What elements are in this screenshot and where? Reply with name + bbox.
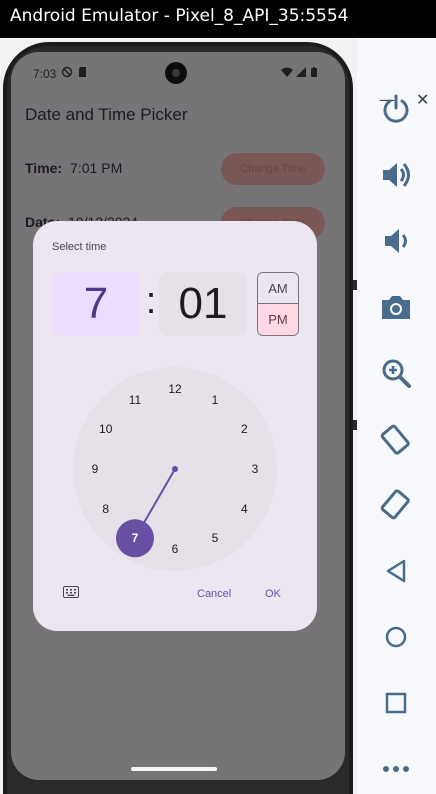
close-icon[interactable]: ✕ xyxy=(416,90,429,109)
status-bar: 7:03 xyxy=(11,52,345,92)
window-title: Android Emulator - Pixel_8_API_35:5554 xyxy=(10,6,349,26)
clock-number-2[interactable]: 2 xyxy=(232,419,256,439)
cancel-button[interactable]: Cancel xyxy=(197,588,231,600)
clock-number-1[interactable]: 1 xyxy=(203,390,227,410)
hour-field[interactable]: 7 xyxy=(52,272,140,336)
emulator-toolbar: — ✕ xyxy=(357,38,436,794)
overview-icon[interactable] xyxy=(379,686,413,720)
do-not-disturb-icon xyxy=(61,66,73,78)
clock-number-7[interactable]: 7 xyxy=(123,528,147,548)
home-icon[interactable] xyxy=(379,620,413,654)
zoom-icon[interactable] xyxy=(379,356,413,390)
front-camera xyxy=(165,62,187,84)
ok-button[interactable]: OK xyxy=(265,588,281,600)
time-value: 7:01 PM xyxy=(70,160,123,176)
sd-card-icon xyxy=(79,67,86,77)
am-pm-toggle: AM PM xyxy=(257,272,299,336)
clock-number-6[interactable]: 6 xyxy=(163,539,187,559)
clock-number-5[interactable]: 5 xyxy=(203,528,227,548)
change-time-button[interactable]: Change Time xyxy=(221,153,325,185)
clock-number-3[interactable]: 3 xyxy=(243,459,267,479)
window-title-bar: Android Emulator - Pixel_8_API_35:5554 xyxy=(0,0,436,38)
time-separator: : xyxy=(145,280,157,322)
clock-center-dot xyxy=(172,466,178,472)
time-label: Time: xyxy=(25,160,63,176)
clock-number-12[interactable]: 12 xyxy=(163,379,187,399)
clock-number-10[interactable]: 10 xyxy=(94,419,118,439)
back-icon[interactable] xyxy=(379,554,413,588)
camera-icon[interactable] xyxy=(379,290,413,324)
device-screen: 7:03 Date and Time Picker Time: 7:01 PM C… xyxy=(11,52,345,780)
time-picker-dialog: Select time 7 : 01 AM PM 12 1 2 3 4 5 6 7 8 9 10 11 xyxy=(33,221,317,631)
status-time: 7:03 xyxy=(33,67,57,81)
rotate-left-icon[interactable] xyxy=(379,422,413,456)
rotate-right-icon[interactable] xyxy=(379,488,413,522)
volume-up-icon[interactable] xyxy=(379,158,413,192)
clock-dial[interactable]: 12 1 2 3 4 5 6 7 8 9 10 11 xyxy=(73,367,277,571)
battery-icon xyxy=(311,67,317,77)
clock-number-9[interactable]: 9 xyxy=(83,459,107,479)
time-row: Time: 7:01 PM xyxy=(25,160,122,176)
am-button[interactable]: AM xyxy=(258,273,298,304)
gesture-bar[interactable] xyxy=(131,767,217,771)
volume-down-icon[interactable] xyxy=(379,224,413,258)
minute-field[interactable]: 01 xyxy=(159,272,247,336)
dialog-header: Select time xyxy=(52,241,107,253)
pm-button[interactable]: PM xyxy=(258,304,298,335)
clock-number-8[interactable]: 8 xyxy=(94,499,118,519)
keyboard-icon[interactable] xyxy=(63,586,79,598)
signal-icon xyxy=(296,67,306,77)
app-title: Date and Time Picker xyxy=(25,105,188,124)
wifi-icon xyxy=(281,67,293,77)
clock-number-11[interactable]: 11 xyxy=(123,390,147,410)
more-icon[interactable] xyxy=(379,752,413,786)
clock-number-4[interactable]: 4 xyxy=(232,499,256,519)
power-icon[interactable] xyxy=(379,92,413,126)
